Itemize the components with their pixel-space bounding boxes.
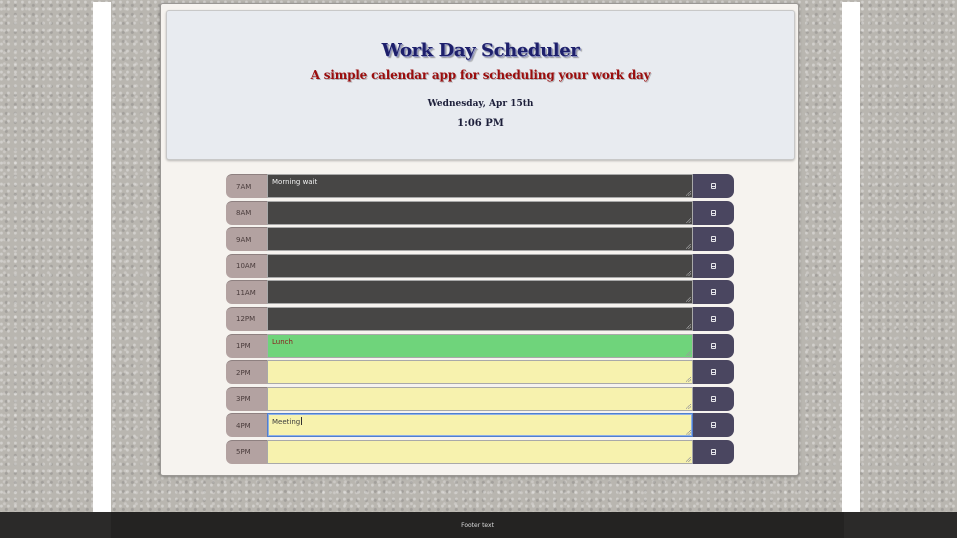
save-icon: [711, 315, 716, 322]
hour-label: 2PM: [226, 360, 267, 385]
footer-bar: Footer text: [111, 512, 844, 538]
page-subtitle: A simple calendar app for scheduling you…: [310, 68, 651, 82]
time-block-row: 4PM Meeting: [226, 413, 734, 438]
save-button[interactable]: [693, 200, 734, 225]
footer: Footer text: [0, 512, 957, 538]
event-description-input[interactable]: Lunch: [267, 333, 693, 358]
save-icon: [711, 262, 716, 269]
event-description-text: Lunch: [272, 337, 293, 346]
save-button[interactable]: [693, 174, 734, 198]
current-date: Wednesday, Apr 15th: [427, 99, 534, 109]
hour-label: 5PM: [226, 439, 267, 464]
save-button[interactable]: [693, 253, 734, 278]
event-description-input[interactable]: [267, 227, 693, 252]
save-icon: [711, 183, 716, 189]
header-jumbotron: Work Day Scheduler A simple calendar app…: [166, 10, 795, 160]
save-icon: [711, 236, 716, 243]
save-button[interactable]: [693, 439, 734, 464]
save-icon: [711, 289, 716, 296]
event-description-input[interactable]: [267, 439, 693, 464]
save-button[interactable]: [693, 227, 734, 252]
save-button[interactable]: [693, 306, 734, 331]
save-button[interactable]: [693, 333, 734, 358]
time-block-row: 8AM: [226, 200, 734, 225]
save-button[interactable]: [693, 386, 734, 411]
event-description-input[interactable]: [267, 386, 693, 411]
hour-label: 9AM: [226, 227, 267, 252]
event-description-input[interactable]: [267, 280, 693, 305]
hour-label: 3PM: [226, 386, 267, 411]
page-title: Work Day Scheduler: [381, 40, 580, 61]
time-block-list: 7AM Morning wait 8AM 9AM 10AM 11AM 12PM 1PM Lunc…: [226, 174, 734, 467]
save-button[interactable]: [693, 280, 734, 305]
save-icon: [711, 395, 716, 402]
hour-label: 4PM: [226, 413, 267, 438]
time-block-row: 9AM: [226, 227, 734, 252]
event-description-text: Meeting: [272, 418, 301, 427]
save-icon: [711, 369, 716, 376]
save-button[interactable]: [693, 413, 734, 438]
time-block-row: 11AM: [226, 280, 734, 305]
time-block-row: 2PM: [226, 360, 734, 385]
hour-label: 8AM: [226, 200, 267, 225]
hour-label: 11AM: [226, 280, 267, 305]
event-description-input[interactable]: [267, 360, 693, 385]
save-icon: [711, 422, 716, 429]
hour-label: 7AM: [226, 174, 267, 198]
left-border-strip: [93, 2, 111, 512]
time-block-row: 7AM Morning wait: [226, 174, 734, 198]
event-description-text: Morning wait: [272, 178, 318, 186]
event-description-input[interactable]: [267, 253, 693, 278]
hour-label: 12PM: [226, 306, 267, 331]
time-block-row: 3PM: [226, 386, 734, 411]
event-description-input[interactable]: Morning wait: [267, 174, 693, 198]
save-icon: [711, 209, 716, 216]
right-border-strip: [842, 2, 860, 512]
event-description-input[interactable]: [267, 200, 693, 225]
save-button[interactable]: [693, 360, 734, 385]
save-icon: [711, 342, 716, 349]
event-description-input[interactable]: Meeting: [267, 413, 693, 438]
time-block-row: 12PM: [226, 306, 734, 331]
footer-text: Footer text: [461, 521, 494, 529]
event-description-input[interactable]: [267, 306, 693, 331]
current-time: 1:06 PM: [457, 118, 504, 129]
text-cursor: [301, 417, 303, 426]
hour-label: 1PM: [226, 333, 267, 358]
hour-label: 10AM: [226, 253, 267, 278]
save-icon: [711, 448, 716, 455]
time-block-row: 10AM: [226, 253, 734, 278]
time-block-row: 1PM Lunch: [226, 333, 734, 358]
time-block-row: 5PM: [226, 439, 734, 464]
